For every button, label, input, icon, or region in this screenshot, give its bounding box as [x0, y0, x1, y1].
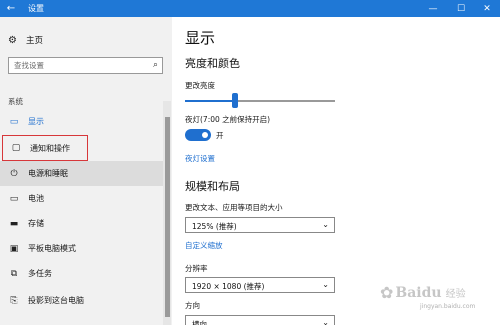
minimize-button[interactable]: —: [420, 0, 446, 17]
night-light-toggle[interactable]: [185, 129, 211, 141]
maximize-icon: ☐: [456, 3, 466, 14]
multitasking-icon: ⧉: [10, 268, 18, 279]
sidebar-item-tablet-mode[interactable]: ▣ 平板电脑模式: [0, 236, 163, 261]
main-content: 显示 亮度和颜色 更改亮度 夜灯(7:00 之前保持开启) 开 夜灯设置 规模和…: [172, 17, 500, 325]
resolution-value: 1920 × 1080 (推荐): [192, 282, 265, 291]
baidu-watermark: ✿ Baidu 经验 jingyan.baidu.com: [380, 283, 475, 310]
sidebar-item-label: 平板电脑模式: [28, 244, 76, 253]
chevron-down-icon: ⌄: [322, 220, 329, 229]
display-icon: ▭: [9, 116, 19, 127]
close-icon: ✕: [483, 3, 491, 14]
group-label-system: 系统: [8, 97, 23, 106]
brightness-slider-track[interactable]: [185, 100, 335, 102]
storage-icon: ▬: [9, 218, 19, 229]
night-light-state: 开: [216, 131, 224, 140]
orientation-dropdown[interactable]: 横向 ⌄: [185, 315, 335, 325]
power-icon: ⏻: [10, 168, 18, 179]
orientation-value: 横向: [192, 320, 207, 325]
chevron-down-icon: ⌄: [322, 280, 329, 289]
page-title: 显示: [185, 29, 216, 47]
home-label: 主页: [26, 36, 44, 46]
gear-icon: ⚙: [8, 34, 17, 46]
title-bar: ← 设置 — ☐ ✕: [0, 0, 500, 17]
brightness-slider-thumb[interactable]: [232, 93, 238, 108]
scale-dropdown[interactable]: 125% (推荐) ⌄: [185, 217, 335, 233]
watermark-text: Baidu: [395, 284, 442, 301]
search-box[interactable]: ⌕: [8, 57, 163, 74]
scale-layout-heading: 规模和布局: [185, 180, 240, 193]
sidebar-item-label: 投影到这台电脑: [28, 296, 84, 305]
custom-scaling-link[interactable]: 自定义缩放: [185, 240, 223, 251]
close-button[interactable]: ✕: [474, 0, 500, 17]
sidebar-item-label: 电源和睡眠: [28, 169, 68, 178]
toggle-knob: [202, 132, 208, 138]
battery-icon: ▭: [9, 193, 19, 204]
sidebar-scrollbar-thumb[interactable]: [165, 117, 170, 317]
night-light-settings-link[interactable]: 夜灯设置: [185, 153, 215, 164]
sidebar-item-label: 电池: [28, 194, 44, 203]
resolution-label: 分辨率: [185, 264, 208, 273]
maximize-button[interactable]: ☐: [448, 0, 474, 17]
search-input[interactable]: [9, 58, 143, 73]
notification-icon: ▢: [11, 143, 21, 153]
sidebar-item-storage[interactable]: ▬ 存储: [0, 211, 163, 236]
tablet-mode-icon: ▣: [9, 243, 19, 254]
sidebar-item-label: 显示: [28, 117, 44, 126]
sidebar: ⚙ 主页 ⌕ 系统 ▭ 显示 ▢ 通知和操作 ⏻ 电源和睡眠 ▭ 电池 ▬ 存储…: [0, 17, 172, 325]
sidebar-item-battery[interactable]: ▭ 电池: [0, 186, 163, 211]
brightness-label: 更改亮度: [185, 81, 215, 90]
brightness-color-heading: 亮度和颜色: [185, 57, 240, 70]
scale-value: 125% (推荐): [192, 222, 237, 231]
sidebar-item-notifications[interactable]: ▢ 通知和操作: [2, 135, 88, 161]
sidebar-item-label: 存储: [28, 219, 44, 228]
sidebar-item-power-sleep[interactable]: ⏻ 电源和睡眠: [0, 161, 163, 186]
sidebar-item-display[interactable]: ▭ 显示: [0, 109, 163, 134]
back-arrow-icon: ←: [6, 3, 16, 14]
orientation-label: 方向: [185, 301, 200, 310]
watermark-sub: 经验: [445, 289, 466, 300]
window-title: 设置: [28, 4, 44, 13]
sidebar-item-project-to-pc[interactable]: ⎘ 投影到这台电脑: [0, 288, 163, 313]
scale-label: 更改文本、应用等项目的大小: [185, 203, 283, 212]
chevron-down-icon: ⌄: [322, 318, 329, 325]
sidebar-item-multitasking[interactable]: ⧉ 多任务: [0, 261, 163, 286]
paw-icon: ✿: [380, 283, 394, 302]
minimize-icon: —: [428, 3, 438, 14]
home-link[interactable]: ⚙ 主页: [8, 34, 44, 47]
night-light-label: 夜灯(7:00 之前保持开启): [185, 115, 271, 124]
brightness-slider-fill: [185, 100, 235, 102]
watermark-url: jingyan.baidu.com: [420, 303, 476, 310]
search-icon[interactable]: ⌕: [153, 60, 158, 70]
sidebar-item-label: 通知和操作: [30, 143, 70, 153]
sidebar-item-label: 多任务: [28, 269, 52, 278]
back-button[interactable]: ←: [0, 0, 22, 17]
project-icon: ⎘: [10, 295, 18, 306]
resolution-dropdown[interactable]: 1920 × 1080 (推荐) ⌄: [185, 277, 335, 293]
